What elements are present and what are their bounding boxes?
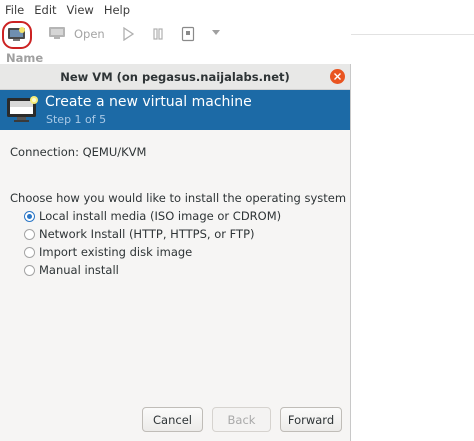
- radio-button[interactable]: [24, 246, 35, 258]
- menu-bar: File Edit View Help: [0, 0, 474, 20]
- banner-title: Create a new virtual machine: [45, 94, 252, 110]
- install-method-prompt: Choose how you would like to install the…: [10, 191, 347, 205]
- menu-file[interactable]: File: [0, 3, 29, 17]
- option-label: Import existing disk image: [39, 245, 193, 259]
- connection-label: Connection: QEMU/KVM: [10, 145, 147, 159]
- divider: [351, 34, 474, 35]
- option-local-media[interactable]: Local install media (ISO image or CDROM): [24, 209, 281, 223]
- forward-button[interactable]: Forward: [280, 407, 342, 432]
- option-import-disk[interactable]: Import existing disk image: [24, 245, 192, 259]
- step-indicator: Step 1 of 5: [46, 113, 107, 126]
- vm-list-area: [351, 40, 474, 441]
- open-button[interactable]: Open: [74, 27, 105, 41]
- vm-banner-icon: [7, 96, 38, 122]
- cancel-button[interactable]: Cancel: [142, 407, 203, 432]
- close-icon: [334, 73, 341, 80]
- radio-button[interactable]: [24, 264, 35, 276]
- option-label: Manual install: [39, 263, 119, 277]
- new-vm-button[interactable]: [2, 21, 32, 49]
- play-icon[interactable]: [122, 27, 134, 41]
- menu-help[interactable]: Help: [99, 3, 135, 17]
- pause-icon[interactable]: [152, 27, 164, 41]
- new-vm-icon: [8, 27, 25, 41]
- stop-icon[interactable]: [181, 26, 195, 42]
- new-vm-dialog: New VM (on pegasus.naijalabs.net) Create…: [0, 64, 351, 441]
- radio-button[interactable]: [24, 228, 35, 240]
- wizard-banner: Create a new virtual machine Step 1 of 5: [0, 90, 350, 130]
- dialog-title: New VM (on pegasus.naijalabs.net): [0, 64, 350, 90]
- radio-button[interactable]: [24, 210, 35, 222]
- monitor-icon[interactable]: [48, 26, 66, 42]
- name-column-header[interactable]: Name: [6, 51, 43, 65]
- menu-edit[interactable]: Edit: [29, 3, 61, 17]
- close-button[interactable]: [330, 69, 345, 84]
- option-label: Local install media (ISO image or CDROM): [39, 209, 282, 223]
- option-label: Network Install (HTTP, HTTPS, or FTP): [39, 227, 255, 241]
- option-manual-install[interactable]: Manual install: [24, 263, 119, 277]
- back-button[interactable]: Back: [212, 407, 271, 432]
- dropdown-arrow-icon[interactable]: [212, 30, 220, 36]
- option-network-install[interactable]: Network Install (HTTP, HTTPS, or FTP): [24, 227, 255, 241]
- menu-view[interactable]: View: [62, 3, 99, 17]
